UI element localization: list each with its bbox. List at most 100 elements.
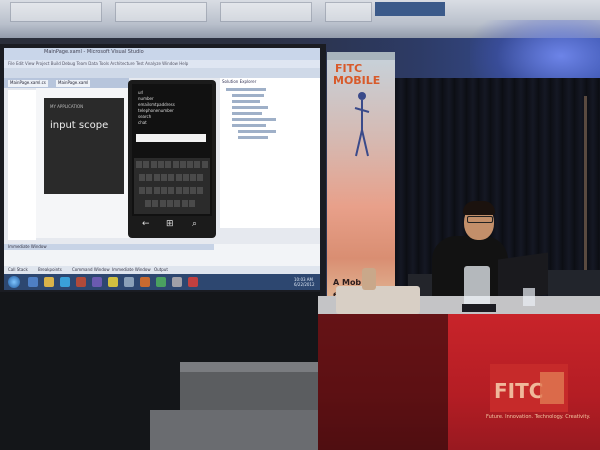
keyboard-key[interactable] bbox=[157, 161, 164, 168]
ie-icon[interactable] bbox=[28, 277, 38, 287]
mixer-box bbox=[336, 286, 420, 314]
keyboard-key[interactable] bbox=[145, 200, 151, 207]
tree-item[interactable] bbox=[232, 112, 262, 115]
immediate-window-header: Immediate Window bbox=[4, 244, 214, 250]
clock-date: 6/22/2012 bbox=[294, 282, 315, 287]
back-icon[interactable]: ← bbox=[142, 219, 150, 229]
inputscope-option[interactable]: telephonenumber bbox=[138, 108, 174, 113]
tree-item[interactable] bbox=[232, 94, 264, 97]
inputscope-option[interactable]: url bbox=[138, 90, 143, 95]
keyboard-key[interactable] bbox=[197, 187, 204, 194]
phone-emulator[interactable]: url number emailsmtpaddress telephonenum… bbox=[128, 80, 216, 238]
inputscope-option[interactable]: emailsmtpaddress bbox=[138, 102, 175, 107]
ceiling-vent bbox=[375, 2, 445, 16]
keyboard-key[interactable] bbox=[139, 174, 145, 181]
keyboard-key[interactable] bbox=[150, 161, 157, 168]
tree-item[interactable] bbox=[232, 106, 268, 109]
stage-lower-step bbox=[150, 410, 320, 450]
keyboard-key[interactable] bbox=[188, 200, 195, 207]
phone-design-preview: MY APPLICATION input scope bbox=[44, 98, 124, 194]
toolbox-panel bbox=[8, 90, 36, 240]
keyboard-key[interactable] bbox=[182, 174, 189, 181]
app-icon[interactable] bbox=[76, 277, 86, 287]
mixer-handle bbox=[362, 268, 376, 290]
keyboard-key[interactable] bbox=[168, 187, 175, 194]
keyboard-key[interactable] bbox=[166, 200, 173, 207]
start-orb-icon[interactable] bbox=[8, 276, 20, 288]
keyboard-key[interactable] bbox=[197, 174, 204, 181]
tree-item[interactable] bbox=[232, 100, 260, 103]
ceiling-tile bbox=[115, 2, 207, 22]
keyboard-key[interactable] bbox=[175, 187, 182, 194]
windows-start-icon[interactable]: ⊞ bbox=[166, 219, 174, 229]
banner-figure-graphic bbox=[354, 92, 370, 157]
keyboard-key[interactable] bbox=[201, 161, 208, 168]
keyboard-key[interactable] bbox=[153, 187, 160, 194]
emulator-textbox[interactable] bbox=[136, 134, 206, 142]
ide-title-bar: MainPage.xaml - Microsoft Visual Studio bbox=[4, 48, 320, 60]
app-icon[interactable] bbox=[156, 277, 166, 287]
keyboard-key[interactable] bbox=[190, 174, 197, 181]
keyboard-key[interactable] bbox=[139, 187, 145, 194]
keyboard-key[interactable] bbox=[165, 161, 172, 168]
app-icon[interactable] bbox=[108, 277, 118, 287]
folder-icon[interactable] bbox=[44, 277, 54, 287]
phone-app-name: MY APPLICATION bbox=[50, 104, 84, 109]
emulator-screen[interactable]: url number emailsmtpaddress telephonenum… bbox=[132, 84, 212, 216]
onscreen-keyboard[interactable] bbox=[134, 158, 210, 214]
keyboard-key[interactable] bbox=[175, 174, 182, 181]
tree-item[interactable] bbox=[232, 124, 266, 127]
keyboard-key[interactable] bbox=[179, 161, 186, 168]
app-icon[interactable] bbox=[172, 277, 182, 287]
keyboard-key[interactable] bbox=[153, 174, 160, 181]
inputscope-option[interactable]: number bbox=[138, 96, 154, 101]
tab-mainpage-cs[interactable]: MainPage.xaml.cs bbox=[8, 80, 48, 87]
keyboard-key[interactable] bbox=[182, 187, 189, 194]
keyboard-key[interactable] bbox=[159, 200, 166, 207]
presenter-glasses bbox=[467, 216, 493, 223]
keyboard-key[interactable] bbox=[168, 174, 175, 181]
fitc-logo-text: FITC bbox=[494, 379, 543, 403]
tab-mainpage-xaml[interactable]: MainPage.xaml bbox=[56, 80, 91, 87]
presenter-hair bbox=[463, 201, 495, 215]
app-icon[interactable] bbox=[60, 277, 70, 287]
keyboard-key[interactable] bbox=[160, 174, 167, 181]
ide-menu: File Edit View Project Build Debug Team … bbox=[8, 61, 189, 66]
keyboard-key[interactable] bbox=[174, 200, 181, 207]
tree-item[interactable] bbox=[238, 130, 276, 133]
keyboard-key[interactable] bbox=[172, 161, 179, 168]
inputscope-option[interactable]: chat bbox=[138, 120, 147, 125]
app-icon[interactable] bbox=[188, 277, 198, 287]
keyboard-key[interactable] bbox=[181, 200, 188, 207]
immediate-window-title: Immediate Window bbox=[8, 244, 47, 249]
status-tab-call-stack[interactable]: Call Stack bbox=[8, 267, 28, 272]
light-stand bbox=[584, 96, 587, 296]
tree-item[interactable] bbox=[238, 136, 268, 139]
inputscope-option[interactable]: search bbox=[138, 114, 151, 119]
keyboard-key[interactable] bbox=[146, 187, 153, 194]
app-icon[interactable] bbox=[140, 277, 150, 287]
keyboard-key[interactable] bbox=[152, 200, 159, 207]
pitcher-base bbox=[462, 304, 496, 312]
keyboard-key[interactable] bbox=[136, 161, 142, 168]
status-tab-immediate-window[interactable]: Immediate Window bbox=[112, 267, 151, 272]
keyboard-key[interactable] bbox=[143, 161, 150, 168]
tablecloth-tagline: Future. Innovation. Technology. Creativi… bbox=[486, 414, 591, 420]
windows-taskbar: 10:03 AM 6/22/2012 bbox=[4, 274, 320, 290]
tree-item[interactable] bbox=[226, 88, 266, 91]
keyboard-key[interactable] bbox=[187, 161, 194, 168]
keyboard-key[interactable] bbox=[194, 161, 201, 168]
tree-item[interactable] bbox=[232, 118, 276, 121]
status-tab-output[interactable]: Output bbox=[154, 267, 168, 272]
status-tab-breakpoints[interactable]: Breakpoints bbox=[38, 267, 62, 272]
status-tab-command-window[interactable]: Command Window bbox=[72, 267, 110, 272]
keyboard-key[interactable] bbox=[160, 187, 167, 194]
ceiling-tile bbox=[220, 2, 312, 22]
keyboard-key[interactable] bbox=[146, 174, 153, 181]
emulator-nav-bar: ← ⊞ ⌕ bbox=[132, 218, 212, 234]
keyboard-key[interactable] bbox=[190, 187, 197, 194]
water-pitcher bbox=[464, 266, 490, 308]
visual-studio-icon[interactable] bbox=[92, 277, 102, 287]
app-icon[interactable] bbox=[124, 277, 134, 287]
search-icon[interactable]: ⌕ bbox=[192, 219, 197, 229]
